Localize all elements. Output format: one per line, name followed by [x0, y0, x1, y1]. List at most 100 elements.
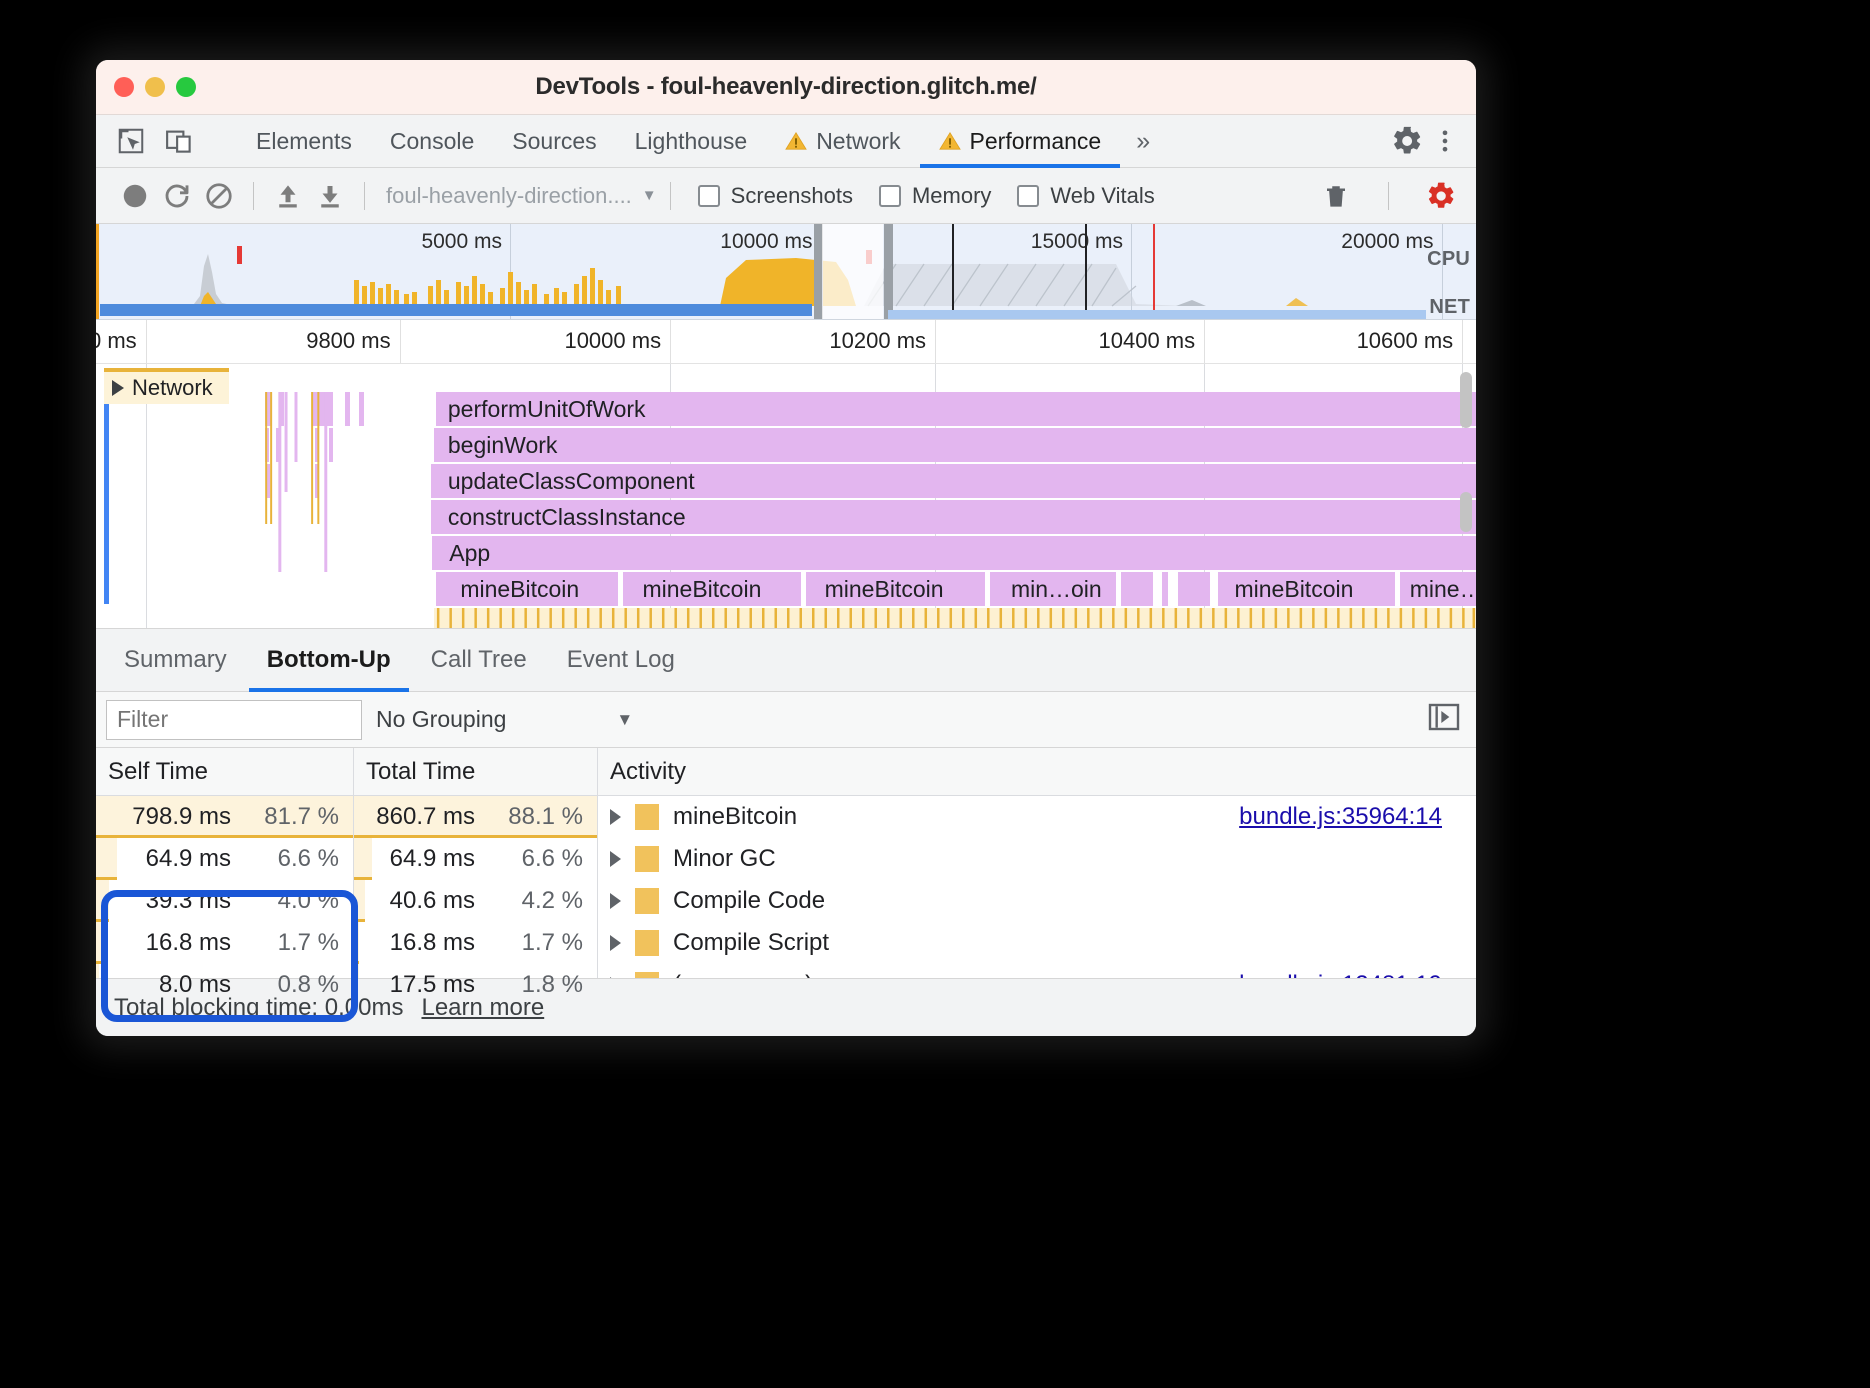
activity-name: Compile Script [673, 929, 830, 956]
trash-icon[interactable] [1315, 175, 1357, 217]
net-bar [888, 310, 1427, 319]
flame-chart[interactable]: Network performUnitOfWork beginWork upda… [96, 364, 1476, 628]
tab-call-tree[interactable]: Call Tree [411, 629, 547, 691]
self-time-pct: 4.0 % [277, 887, 339, 914]
grouping-select[interactable]: No Grouping ▼ [376, 706, 633, 733]
toolbar-right-actions [1315, 175, 1462, 217]
flame-bar[interactable] [431, 536, 1476, 570]
table-row[interactable]: 39.3 ms 4.0 % 40.6 ms 4.2 % Compile Code [96, 880, 1476, 922]
web-vitals-checkbox[interactable]: Web Vitals [1017, 183, 1155, 209]
tab-label: Elements [256, 127, 352, 154]
cell-self-time: 798.9 ms 81.7 % [96, 796, 354, 838]
cpu-activity-graph [96, 254, 1476, 307]
cell-activity: Minor GC [598, 838, 1476, 880]
tab-summary[interactable]: Summary [104, 629, 247, 691]
column-header-total-time[interactable]: Total Time [354, 748, 598, 795]
table-row[interactable]: 798.9 ms 81.7 % 860.7 ms 88.1 % mineBitc… [96, 796, 1476, 838]
table-row[interactable]: 16.8 ms 1.7 % 16.8 ms 1.7 % Compile Scri… [96, 922, 1476, 964]
self-time-bar [96, 838, 117, 880]
activity-name: Minor GC [673, 845, 776, 872]
self-time-value: 16.8 ms [145, 929, 231, 956]
total-blocking-time: Total blocking time: 0.00ms [114, 993, 404, 1021]
gear-icon[interactable] [1390, 124, 1424, 158]
tab-bottom-up[interactable]: Bottom-Up [247, 629, 411, 692]
learn-more-link[interactable]: Learn more [421, 994, 544, 1022]
column-header-activity[interactable]: Activity [598, 748, 1476, 795]
memory-checkbox[interactable]: Memory [878, 183, 991, 209]
total-time-pct: 1.7 % [521, 929, 583, 956]
flame-row-dense-ticks[interactable] [434, 608, 1476, 628]
tabbar-tabs: Elements Console Sources Lighthouse Netw… [237, 115, 1121, 168]
tab-label: Bottom-Up [266, 646, 391, 673]
self-time-bar [96, 922, 102, 964]
screenshots-checkbox[interactable]: Screenshots [697, 183, 853, 209]
total-time-pct: 1.8 % [521, 971, 583, 994]
flame-bar[interactable] [988, 572, 1116, 606]
tab-label: Sources [512, 127, 597, 154]
activity-name: mineBitcoin [673, 803, 798, 830]
reload-and-record-button[interactable] [156, 175, 198, 217]
tab-label: Event Log [566, 646, 675, 673]
capture-settings-gear-icon[interactable] [1420, 175, 1462, 217]
inspect-element-icon[interactable] [114, 124, 148, 158]
tab-lighthouse[interactable]: Lighthouse [616, 115, 767, 167]
expand-triangle-icon[interactable] [610, 851, 621, 867]
overview-error-marker [236, 246, 242, 264]
clear-recording-button[interactable] [198, 175, 240, 217]
details-tabbar: Summary Bottom-Up Call Tree Event Log [96, 628, 1476, 692]
save-profile-button[interactable] [309, 175, 351, 217]
flame-bar[interactable] [435, 392, 1476, 426]
flame-bar[interactable] [429, 500, 1476, 534]
device-toolbar-icon[interactable] [162, 124, 196, 158]
filter-input[interactable] [106, 699, 362, 740]
tab-event-log[interactable]: Event Log [547, 629, 695, 691]
expand-triangle-icon[interactable] [610, 935, 621, 951]
flame-bar[interactable] [432, 428, 1476, 462]
record-button[interactable] [114, 175, 156, 217]
overview-selection-window[interactable] [821, 224, 883, 319]
flame-bar-sliver[interactable] [1161, 572, 1169, 606]
expand-triangle-icon[interactable] [610, 893, 621, 909]
tab-label: Call Tree [430, 646, 527, 673]
flame-scrollbar-thumb[interactable] [1460, 372, 1472, 428]
flame-bar[interactable] [1398, 572, 1476, 606]
flame-bar[interactable] [621, 572, 802, 606]
flame-bar[interactable] [435, 572, 618, 606]
expand-triangle-icon[interactable] [610, 809, 621, 825]
ruler-gridline [1204, 320, 1206, 363]
tab-network[interactable]: Network [766, 115, 919, 167]
flame-bar[interactable] [1216, 572, 1395, 606]
overview-marker-black [951, 224, 954, 319]
checkbox-box [878, 184, 901, 207]
activity-color-swatch [635, 804, 659, 830]
timeline-overview[interactable]: 5000 ms 10000 ms 15000 ms 20000 ms CPU N… [96, 224, 1476, 320]
load-profile-button[interactable] [267, 175, 309, 217]
bottom-up-table[interactable]: Self Time Total Time Activity 798.9 ms 8… [96, 748, 1476, 994]
tab-elements[interactable]: Elements [237, 115, 371, 167]
ruler-gridline [399, 320, 401, 363]
self-time-pct: 0.8 % [277, 971, 339, 994]
tab-performance[interactable]: Performance [919, 115, 1121, 168]
ruler-tick-label: 10000 ms [564, 328, 662, 353]
flame-bar[interactable] [805, 572, 985, 606]
flame-bar-small[interactable] [1119, 572, 1154, 606]
column-header-self-time[interactable]: Self Time [96, 748, 354, 795]
total-time-value: 40.6 ms [389, 887, 475, 914]
ruler-tick-label: 10200 ms [829, 328, 927, 353]
self-time-value: 8.0 ms [158, 971, 231, 994]
overview-selection-handle-right[interactable] [883, 224, 893, 319]
toolbar-divider-2 [364, 181, 365, 210]
tab-label: Lighthouse [634, 127, 748, 154]
source-link[interactable]: bundle.js:35964:14 [1239, 803, 1442, 831]
table-row[interactable]: 64.9 ms 6.6 % 64.9 ms 6.6 % Minor GC [96, 838, 1476, 880]
flame-scrollbar-thumb[interactable] [1460, 492, 1472, 532]
tab-console[interactable]: Console [371, 115, 493, 167]
recording-source-select[interactable]: foul-heavenly-direction.... ▼ [386, 183, 657, 209]
sidebar-toggle-icon[interactable] [1428, 702, 1460, 737]
more-tabs-button[interactable]: » [1120, 115, 1166, 167]
tab-sources[interactable]: Sources [493, 115, 615, 167]
kebab-menu-icon[interactable] [1428, 124, 1462, 158]
flame-bar-small[interactable] [1176, 572, 1210, 606]
timeline-ruler: 0 ms 9800 ms 10000 ms 10200 ms 10400 ms … [96, 320, 1476, 364]
flame-bar[interactable] [429, 464, 1476, 498]
